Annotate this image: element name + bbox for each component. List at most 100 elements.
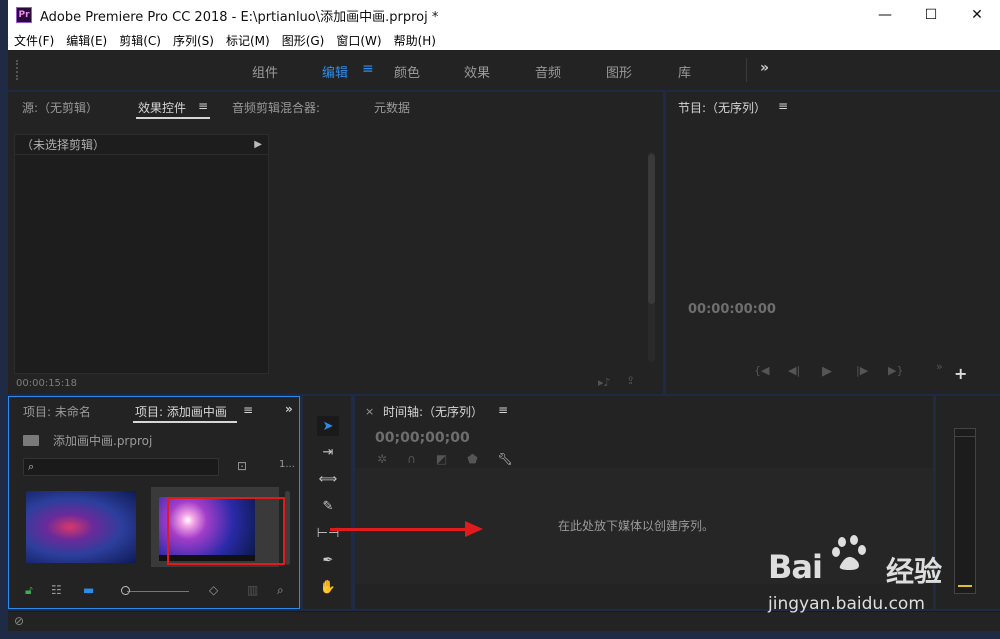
menu-file[interactable]: 文件(F) xyxy=(8,32,60,49)
selection-tool-icon[interactable]: ➤ xyxy=(317,416,339,436)
automate-icon[interactable]: ▥ xyxy=(247,583,258,597)
project-menu-icon[interactable]: ≡ xyxy=(243,403,253,417)
panel-menu-icon[interactable]: ≡ xyxy=(198,99,208,113)
tools-panel: ➤ ⇥ ⟺ ✎ ⊢⊣ ✒ ✋ xyxy=(303,396,351,609)
wrench-icon[interactable]: 🔧︎ xyxy=(498,452,533,466)
effect-controls-list: （未选择剪辑） ▶ xyxy=(14,134,269,374)
tab-audio-clip-mixer[interactable]: 音频剪辑混合器: xyxy=(232,99,320,116)
watermark-jingyan-text: 经验 xyxy=(886,555,943,588)
add-button-icon[interactable]: + xyxy=(954,364,967,383)
vertical-scrollbar[interactable] xyxy=(648,154,655,304)
program-monitor-panel: 节目:（无序列） ≡ 00:00:00:00 » {◀ ◀| ▶ |▶ ▶} + xyxy=(666,92,1000,394)
list-view-icon[interactable]: ☷ xyxy=(51,583,62,597)
menu-marker[interactable]: 标记(M) xyxy=(220,32,276,49)
meter-peak xyxy=(955,429,975,437)
export-icon[interactable]: ⇪ xyxy=(626,374,635,387)
hand-tool-icon[interactable]: ✋ xyxy=(317,577,339,597)
menu-bar: 文件(F) 编辑(E) 剪辑(C) 序列(S) 标记(M) 图形(G) 窗口(W… xyxy=(8,30,1000,50)
program-more-icon[interactable]: » xyxy=(936,360,943,373)
timeline-timecode[interactable]: 00;00;00;00 xyxy=(375,430,470,446)
workspace-tab-effects[interactable]: 效果 xyxy=(464,62,490,81)
baidu-jingyan-watermark: Bai 经验 jingyan.baidu.com xyxy=(768,528,958,618)
menu-graphics[interactable]: 图形(G) xyxy=(276,32,331,49)
drag-grip[interactable] xyxy=(16,60,20,80)
icon-view-icon[interactable]: ▬ xyxy=(83,583,94,597)
project-folder-icon xyxy=(23,435,39,446)
timeline-close-icon[interactable]: × xyxy=(365,405,374,418)
workspace-tab-graphics[interactable]: 图形 xyxy=(606,62,632,81)
minimize-button[interactable]: — xyxy=(862,0,908,30)
menu-help[interactable]: 帮助(H) xyxy=(388,32,442,49)
watermark-bai-text: Bai xyxy=(768,548,823,586)
workspace-divider xyxy=(746,58,747,82)
sort-icon[interactable]: ◇ xyxy=(209,583,218,597)
project-file-name: 添加画中画.prproj xyxy=(53,434,153,448)
find-icon[interactable]: ⌕ xyxy=(277,583,284,598)
tab-effect-controls[interactable]: 效果控件 xyxy=(138,99,186,116)
marker-icon[interactable]: ⬟ xyxy=(467,452,497,466)
workspace-bar: 组件 编辑 ≡ 颜色 效果 音频 图形 库 » xyxy=(8,50,1000,90)
workspace-tab-libraries[interactable]: 库 xyxy=(678,62,691,81)
workspace-tab-audio[interactable]: 音频 xyxy=(535,62,561,81)
menu-sequence[interactable]: 序列(S) xyxy=(167,32,220,49)
timeline-menu-icon[interactable]: ≡ xyxy=(498,403,508,417)
drop-media-hint: 在此处放下媒体以创建序列。 xyxy=(558,519,715,533)
zoom-slider-track[interactable] xyxy=(127,591,189,592)
no-clip-header: （未选择剪辑） ▶ xyxy=(15,135,268,155)
watermark-url: jingyan.baidu.com xyxy=(768,594,925,614)
workspace-more-icon[interactable]: » xyxy=(760,60,769,76)
pen-tool-icon[interactable]: ✒ xyxy=(317,550,339,570)
project-panel: 项目: 未命名 项目: 添加画中画 ≡ » 添加画中画.prproj ⌕ ⊡ 1… xyxy=(8,396,300,609)
project-scrollbar[interactable] xyxy=(285,491,290,565)
tab-source[interactable]: 源:（无剪辑） xyxy=(22,99,98,116)
maximize-button[interactable]: ☐ xyxy=(908,0,954,30)
slip-tool-icon[interactable]: ⊢⊣ xyxy=(317,523,340,543)
menu-window[interactable]: 窗口(W) xyxy=(330,32,387,49)
effect-controls-panel: 源:（无剪辑） 效果控件 ≡ 音频剪辑混合器: 元数据 （未选择剪辑） ▶ 00… xyxy=(8,92,663,394)
timeline-title[interactable]: 时间轴:（无序列） xyxy=(383,403,483,420)
program-title[interactable]: 节目:（无序列） xyxy=(678,99,766,116)
audio-icon[interactable]: ▸♪ xyxy=(598,376,611,389)
tab-project-pip[interactable]: 项目: 添加画中画 xyxy=(135,403,227,420)
step-back-icon[interactable]: ◀| xyxy=(788,364,800,377)
menu-edit[interactable]: 编辑(E) xyxy=(60,32,113,49)
zoom-slider-knob[interactable] xyxy=(121,586,130,595)
workspace-menu-icon[interactable]: ≡ xyxy=(362,61,374,77)
close-button[interactable]: ✕ xyxy=(954,0,1000,30)
clip-thumbnail-galaxy[interactable] xyxy=(26,491,136,563)
menu-clip[interactable]: 剪辑(C) xyxy=(113,32,167,49)
search-icon: ⌕ xyxy=(28,460,35,473)
workspace-tab-color[interactable]: 颜色 xyxy=(394,62,420,81)
tab-metadata[interactable]: 元数据 xyxy=(374,99,410,116)
sync-status-icon[interactable]: ⊘ xyxy=(14,614,24,628)
baidu-paw-icon xyxy=(832,535,866,570)
project-tab-underline xyxy=(133,421,237,423)
razor-tool-icon[interactable]: ✎ xyxy=(317,496,339,516)
item-count: 1... xyxy=(279,459,295,470)
program-timecode[interactable]: 00:00:00:00 xyxy=(688,302,776,317)
premiere-app-icon: Pr xyxy=(16,7,32,23)
add-marker-icon[interactable]: ◩ xyxy=(436,452,467,466)
lock-icon[interactable]: 🔓︎ xyxy=(25,583,33,598)
project-search-input[interactable]: ⌕ xyxy=(23,458,219,476)
snap-icon[interactable]: ✲ xyxy=(377,452,407,466)
timeline-toolbar: ✲∩◩⬟🔧︎ xyxy=(377,452,533,466)
linked-selection-icon[interactable]: ∩ xyxy=(407,452,436,466)
play-triangle-icon[interactable]: ▶ xyxy=(254,139,262,150)
tab-project-untitled[interactable]: 项目: 未命名 xyxy=(23,403,91,420)
active-tab-underline xyxy=(136,117,210,119)
program-menu-icon[interactable]: ≡ xyxy=(778,99,788,113)
title-bar: Pr Adobe Premiere Pro CC 2018 - E:\prtia… xyxy=(8,0,1000,30)
play-icon[interactable]: ▶ xyxy=(822,364,832,379)
workspace-tab-editing[interactable]: 编辑 xyxy=(322,62,348,81)
ripple-edit-tool-icon[interactable]: ⟺ xyxy=(317,469,339,489)
project-toolbar: 🔓︎ ☷ ▬ ◇ ▥ ⌕ xyxy=(23,583,293,599)
go-to-in-icon[interactable]: {◀ xyxy=(754,364,769,377)
project-more-icon[interactable]: » xyxy=(285,402,293,416)
go-to-out-icon[interactable]: ▶} xyxy=(888,364,903,377)
track-select-tool-icon[interactable]: ⇥ xyxy=(317,442,339,462)
workspace-tab-assembly[interactable]: 组件 xyxy=(252,62,278,81)
new-bin-search-icon[interactable]: ⊡ xyxy=(237,459,247,473)
effect-timecode[interactable]: 00:00:15:18 xyxy=(16,378,77,389)
step-forward-icon[interactable]: |▶ xyxy=(856,364,868,377)
